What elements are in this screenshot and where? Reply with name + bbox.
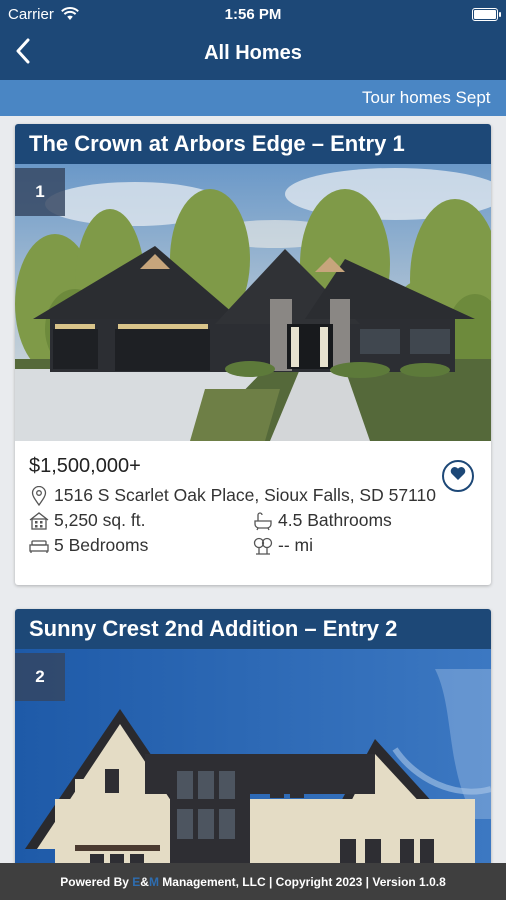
address-row: 1516 S Scarlet Oak Place, Sioux Falls, S… bbox=[29, 483, 477, 508]
back-button[interactable] bbox=[8, 36, 38, 70]
announcement-ticker: Tour homes Sept bbox=[0, 80, 506, 116]
home-address[interactable]: 1516 S Scarlet Oak Place, Sioux Falls, S… bbox=[54, 485, 436, 506]
bathtub-icon bbox=[253, 511, 273, 531]
map-pin-icon bbox=[29, 485, 49, 506]
carrier-label: Carrier bbox=[8, 5, 54, 23]
footer-suffix: Management, LLC | Copyright 2023 | Versi… bbox=[158, 874, 446, 889]
home-distance: -- mi bbox=[278, 535, 313, 555]
bed-icon bbox=[29, 536, 49, 556]
entry-number-badge: 1 bbox=[15, 168, 65, 216]
home-card[interactable]: The Crown at Arbors Edge – Entry 1 1 $1,… bbox=[15, 124, 491, 585]
home-bedrooms: 5 Bedrooms bbox=[54, 535, 149, 555]
home-title[interactable]: The Crown at Arbors Edge – Entry 1 bbox=[15, 124, 491, 164]
specs-row: 5,250 sq. ft. 4.5 Bathrooms bbox=[29, 508, 477, 533]
chevron-left-icon bbox=[15, 38, 31, 69]
heart-icon bbox=[450, 466, 466, 486]
status-bar: Carrier 1:56 PM bbox=[0, 0, 506, 28]
home-details: $1,500,000+ 1516 S Scarlet Oak Place, Si… bbox=[15, 441, 491, 558]
wifi-icon bbox=[60, 4, 80, 24]
home-card[interactable]: Sunny Crest 2nd Addition – Entry 2 2 bbox=[15, 609, 491, 900]
footer: Powered By E & M Management, LLC | Copyrig… bbox=[0, 863, 506, 900]
home-price: $1,500,000+ bbox=[29, 455, 141, 477]
entry-number-badge: 2 bbox=[15, 653, 65, 701]
app-header: Carrier 1:56 PM All Homes bbox=[0, 0, 506, 80]
home-photo[interactable]: 1 bbox=[15, 164, 491, 441]
trees-icon bbox=[253, 536, 273, 556]
nav-bar: All Homes bbox=[0, 28, 506, 78]
ticker-text: Tour homes Sept bbox=[362, 88, 491, 107]
home-sqft: 5,250 sq. ft. bbox=[54, 510, 146, 530]
favorite-button[interactable] bbox=[442, 460, 474, 492]
page-title: All Homes bbox=[204, 41, 302, 64]
building-icon bbox=[29, 511, 49, 531]
battery-icon bbox=[472, 7, 501, 21]
home-bathrooms: 4.5 Bathrooms bbox=[278, 510, 392, 530]
home-title[interactable]: Sunny Crest 2nd Addition – Entry 2 bbox=[15, 609, 491, 649]
footer-prefix: Powered By bbox=[60, 874, 133, 889]
specs-row-2: 5 Bedrooms -- mi bbox=[29, 533, 477, 558]
footer-brand-m: M bbox=[148, 874, 159, 889]
footer-brand-amp: & bbox=[140, 874, 149, 889]
footer-brand-e: E bbox=[132, 874, 141, 889]
